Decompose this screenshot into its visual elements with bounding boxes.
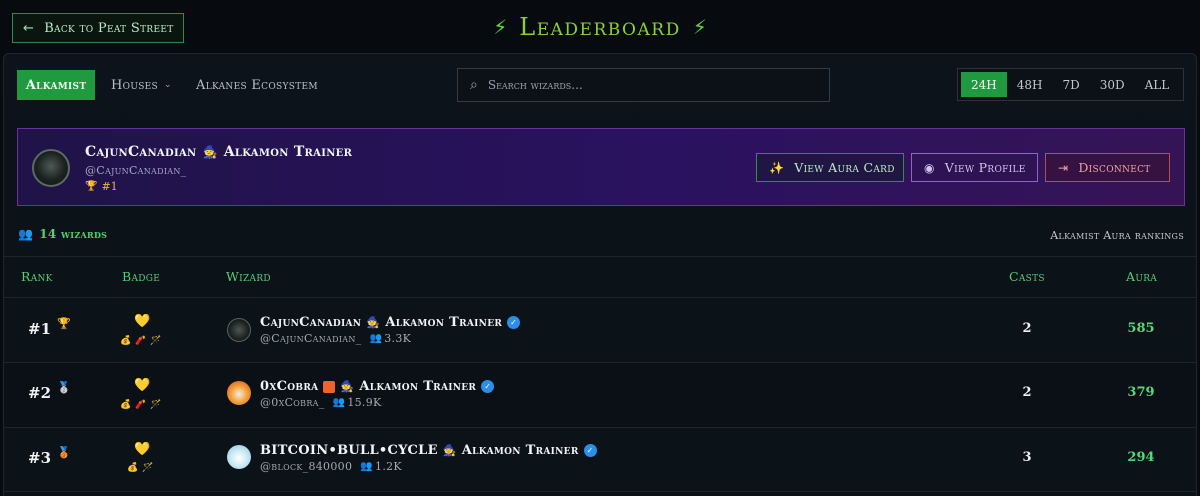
rank-value: #1 [28, 320, 52, 338]
rank-cell: #3 🥉 [28, 446, 71, 467]
range-7d[interactable]: 7D [1052, 72, 1089, 97]
users-icon: 👥 [360, 461, 374, 472]
heart-badge-icon: 💛 [134, 314, 151, 329]
trophy-icon: 🏆 [57, 317, 71, 330]
users-icon: 👥 [369, 333, 383, 344]
wizard-meta: @CajunCanadian_ 👥 3.3K [260, 332, 411, 345]
rank-cell: #2 🥈 [28, 381, 71, 402]
page-header: ⚡ Leaderboard ⚡ [0, 9, 1200, 45]
casts-value: 2 [1022, 385, 1032, 400]
profile-name: CajunCanadian [85, 144, 197, 160]
mage-icon: 🧙 [442, 444, 457, 457]
heart-badge-icon: 💛 [134, 442, 151, 457]
mage-icon: 🧙 [340, 380, 355, 393]
profile-name-line: CajunCanadian 🧙 Alkamon Trainer [85, 144, 352, 160]
tab-alkanes-ecosystem[interactable]: Alkanes Ecosystem [196, 70, 318, 100]
wizard-role: Alkamon Trainer [461, 443, 579, 458]
trophy-icon: 🏆 [85, 181, 98, 192]
lightning-bolt-icon: ⚡ [692, 15, 707, 39]
search-input[interactable] [487, 78, 788, 92]
casts-value: 2 [1022, 321, 1032, 336]
view-aura-card-button[interactable]: ✨ View Aura Card [756, 153, 904, 182]
divider [4, 491, 1196, 492]
wizard-name[interactable]: CajunCanadian 🧙 Alkamon Trainer ✓ [260, 315, 521, 330]
column-header-rank: Rank [21, 269, 53, 284]
aura-value: 585 [1127, 321, 1155, 336]
wizard-handle: @0xCobra_ [260, 396, 325, 409]
logout-icon: ⇥ [1058, 160, 1069, 175]
wizard-followers: 3.3K [384, 332, 412, 345]
verified-check-icon: ✓ [481, 380, 495, 393]
wizard-meta: @0xCobra_ 👥 15.9K [260, 396, 382, 409]
profile-role: Alkamon Trainer [223, 144, 353, 160]
lightning-bolt-icon: ⚡ [493, 15, 508, 39]
view-aura-card-label: View Aura Card [794, 160, 895, 175]
disconnect-button[interactable]: ⇥ Disconnect [1045, 153, 1170, 182]
range-30d[interactable]: 30D [1090, 72, 1135, 97]
page-title: Leaderboard [519, 13, 681, 41]
houses-label: Houses [111, 77, 159, 93]
avatar [227, 318, 251, 342]
view-profile-button[interactable]: ◉ View Profile [911, 153, 1038, 182]
wizard-handle: @CajunCanadian_ [260, 332, 362, 345]
wizard-name-text: BITCOIN•BULL•CYCLE [260, 443, 438, 458]
badge-icons: 💰🧨🪄 [120, 336, 166, 346]
wizard-role: Alkamon Trainer [385, 315, 503, 330]
search-bar: ⌕ [457, 68, 830, 102]
rank-value: #2 [28, 384, 52, 402]
column-header-aura: Aura [1126, 269, 1158, 284]
aura-value: 294 [1127, 450, 1155, 465]
rank-value: #3 [28, 449, 52, 467]
profile-rank-value: #1 [101, 180, 118, 193]
avatar [32, 149, 70, 187]
avatar [227, 445, 251, 469]
badge-icons: 💰🪄 [127, 463, 158, 473]
eye-icon: ◉ [924, 160, 935, 175]
orange-square-icon [323, 380, 336, 393]
range-24h[interactable]: 24H [961, 72, 1007, 97]
casts-value: 3 [1022, 450, 1032, 465]
disconnect-label: Disconnect [1078, 160, 1151, 175]
rank-cell: #1 🏆 [28, 317, 71, 338]
mage-icon: 🧙 [366, 316, 381, 329]
search-icon: ⌕ [470, 77, 478, 93]
range-48h[interactable]: 48H [1007, 72, 1053, 97]
wizard-count: 👥 14 wizards [18, 227, 107, 241]
wizard-followers: 15.9K [347, 396, 382, 409]
tab-alkamist[interactable]: Alkamist [17, 70, 95, 100]
column-header-wizard: Wizard [226, 269, 271, 284]
wizard-name[interactable]: BITCOIN•BULL•CYCLE 🧙 Alkamon Trainer ✓ [260, 443, 597, 458]
wizard-name[interactable]: 0xCobra 🧙 Alkamon Trainer ✓ [260, 379, 495, 394]
column-header-casts: Casts [1009, 269, 1045, 284]
badge-icons: 💰🧨🪄 [120, 400, 166, 410]
bronze-medal-icon: 🥉 [57, 446, 71, 459]
view-profile-label: View Profile [944, 160, 1026, 175]
verified-check-icon: ✓ [507, 316, 521, 329]
mage-icon: 🧙 [202, 145, 218, 159]
wizard-name-text: CajunCanadian [260, 315, 362, 330]
range-all[interactable]: ALL [1135, 72, 1180, 97]
chevron-down-icon: ⌄ [164, 80, 172, 90]
silver-medal-icon: 🥈 [57, 381, 71, 394]
time-range-selector: 24H 48H 7D 30D ALL [957, 68, 1184, 101]
wizard-role: Alkamon Trainer [359, 379, 477, 394]
avatar [227, 381, 251, 405]
profile-rank: 🏆 #1 [85, 180, 118, 193]
wizard-name-text: 0xCobra [260, 379, 319, 394]
wizard-followers: 1.2K [375, 460, 402, 473]
divider [4, 256, 1196, 257]
heart-badge-icon: 💛 [134, 378, 151, 393]
users-icon: 👥 [332, 397, 346, 408]
wizard-meta: @block_840000 👥 1.2K [260, 460, 402, 473]
users-icon: 👥 [18, 227, 34, 241]
wizard-handle: @block_840000 [260, 460, 353, 473]
sparkles-icon: ✨ [769, 160, 785, 175]
houses-dropdown[interactable]: Houses ⌄ [111, 70, 172, 100]
column-header-badge: Badge [122, 269, 161, 284]
aura-value: 379 [1127, 385, 1155, 400]
profile-handle: @CajunCanadian_ [85, 164, 187, 177]
wizard-count-label: 14 wizards [39, 227, 108, 241]
verified-check-icon: ✓ [583, 444, 597, 457]
rankings-caption: Alkamist Aura rankings [1050, 229, 1184, 242]
